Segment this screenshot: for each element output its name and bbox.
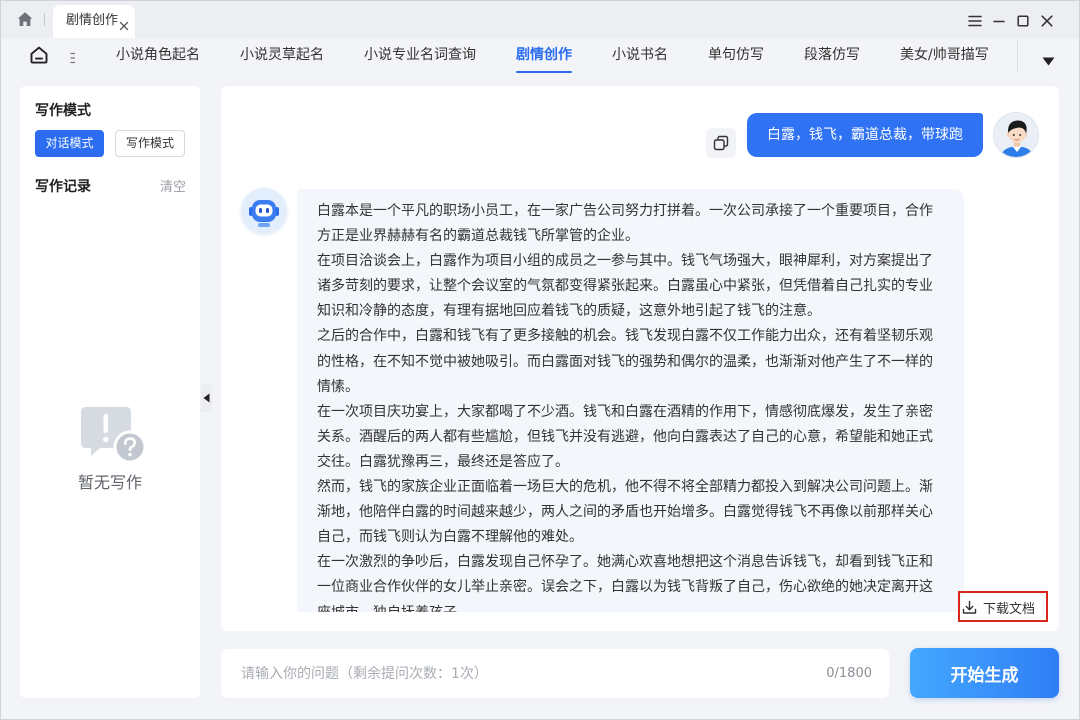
download-label: 下载文档 <box>983 601 1036 617</box>
response-paragraph: 在项目洽谈会上，白露作为项目小组的成员之一参与其中。钱飞气场强大，眼神犀利，对方… <box>317 253 933 320</box>
response-paragraph: 在一次项目庆功宴上，大家都喝了不少酒。钱飞和白露在酒精的作用下，情感彻底爆发，发… <box>317 403 933 470</box>
close-window-icon[interactable] <box>1041 12 1053 27</box>
copy-button[interactable] <box>706 128 736 158</box>
tab-plot-writing[interactable]: 剧情创作 <box>53 5 135 38</box>
menu-icon[interactable] <box>968 12 982 27</box>
robot-avatar <box>241 188 287 234</box>
chat-mode-button[interactable]: 对话模式 <box>35 130 104 157</box>
minimize-icon[interactable] <box>993 12 1005 24</box>
question-composer: 0/1800 <box>221 649 889 698</box>
sidebar-toggle-icon[interactable] <box>70 49 76 64</box>
home-icon[interactable] <box>17 11 33 27</box>
tab-character-naming[interactable]: 小说角色起名 <box>116 38 200 73</box>
title-divider <box>44 13 45 26</box>
empty-state-text: 暂无写作 <box>77 473 142 492</box>
char-counter: 0/1800 <box>826 666 872 681</box>
sidebar: 写作模式 对话模式 写作模式 写作记录 清空 暂无写作 <box>20 86 200 698</box>
maximize-icon[interactable] <box>1017 12 1029 27</box>
response-paragraph: 在一次激烈的争吵后，白露发现自己怀孕了。她满心欢喜地想把这个消息告诉钱飞，却看到… <box>317 554 933 612</box>
start-generate-button[interactable]: 开始生成 <box>910 648 1059 698</box>
response-paragraph: 然而，钱飞的家族企业正面临着一场巨大的危机，他不得不将全部精力都投入到解决公司问… <box>317 479 933 546</box>
empty-message-icon <box>80 405 148 465</box>
tab-label: 剧情创作 <box>66 13 119 28</box>
tab-plot-writing[interactable]: 剧情创作 <box>516 38 572 73</box>
bot-response: 白露本是一个平凡的职场小员工，在一家广告公司努力打拼着。一次公司承接了一个重要项… <box>297 189 964 612</box>
title-bar: 剧情创作 <box>0 0 1080 38</box>
chat-scroll-area[interactable]: 白露，钱飞，霸道总裁，带球跑 白露本是一个平凡的职场小员工，在一家广告公司努力打… <box>221 86 1059 612</box>
home-outline-icon[interactable] <box>29 45 49 65</box>
tab-paragraph-imitation[interactable]: 段落仿写 <box>804 38 860 73</box>
response-paragraph: 白露本是一个平凡的职场小员工，在一家广告公司努力打拼着。一次公司承接了一个重要项… <box>317 203 933 245</box>
tab-term-lookup[interactable]: 小说专业名词查询 <box>364 38 476 73</box>
feature-tabs: 小说角色起名 小说灵草起名 小说专业名词查询 剧情创作 小说书名 单句仿写 段落… <box>116 38 989 73</box>
caret-down-icon[interactable] <box>1042 51 1055 66</box>
user-message: 白露，钱飞，霸道总裁，带球跑 <box>747 113 983 157</box>
writing-mode-button[interactable]: 写作模式 <box>115 130 185 157</box>
records-heading: 写作记录 <box>35 179 91 195</box>
question-input[interactable] <box>241 649 801 698</box>
tab-herb-naming[interactable]: 小说灵草起名 <box>240 38 324 73</box>
response-paragraph: 之后的合作中，白露和钱飞有了更多接触的机会。钱飞发现白露不仅工作能力出众，还有着… <box>317 328 933 395</box>
tab-appearance-description[interactable]: 美女/帅哥描写 <box>900 38 989 73</box>
copy-icon <box>713 135 729 151</box>
nav-divider <box>1017 40 1018 73</box>
close-icon[interactable] <box>119 16 129 31</box>
clear-records-link[interactable]: 清空 <box>160 179 186 197</box>
download-document-button[interactable]: 下载文档 <box>962 597 1043 617</box>
chat-panel: 白露，钱飞，霸道总裁，带球跑 白露本是一个平凡的职场小员工，在一家广告公司努力打… <box>221 86 1059 631</box>
user-avatar <box>993 112 1039 158</box>
caret-left-icon <box>203 393 210 403</box>
download-icon <box>962 600 977 614</box>
tab-sentence-imitation[interactable]: 单句仿写 <box>708 38 764 73</box>
sidebar-collapse-handle[interactable] <box>201 384 212 412</box>
tab-book-title[interactable]: 小说书名 <box>612 38 668 73</box>
mode-heading: 写作模式 <box>35 103 91 119</box>
